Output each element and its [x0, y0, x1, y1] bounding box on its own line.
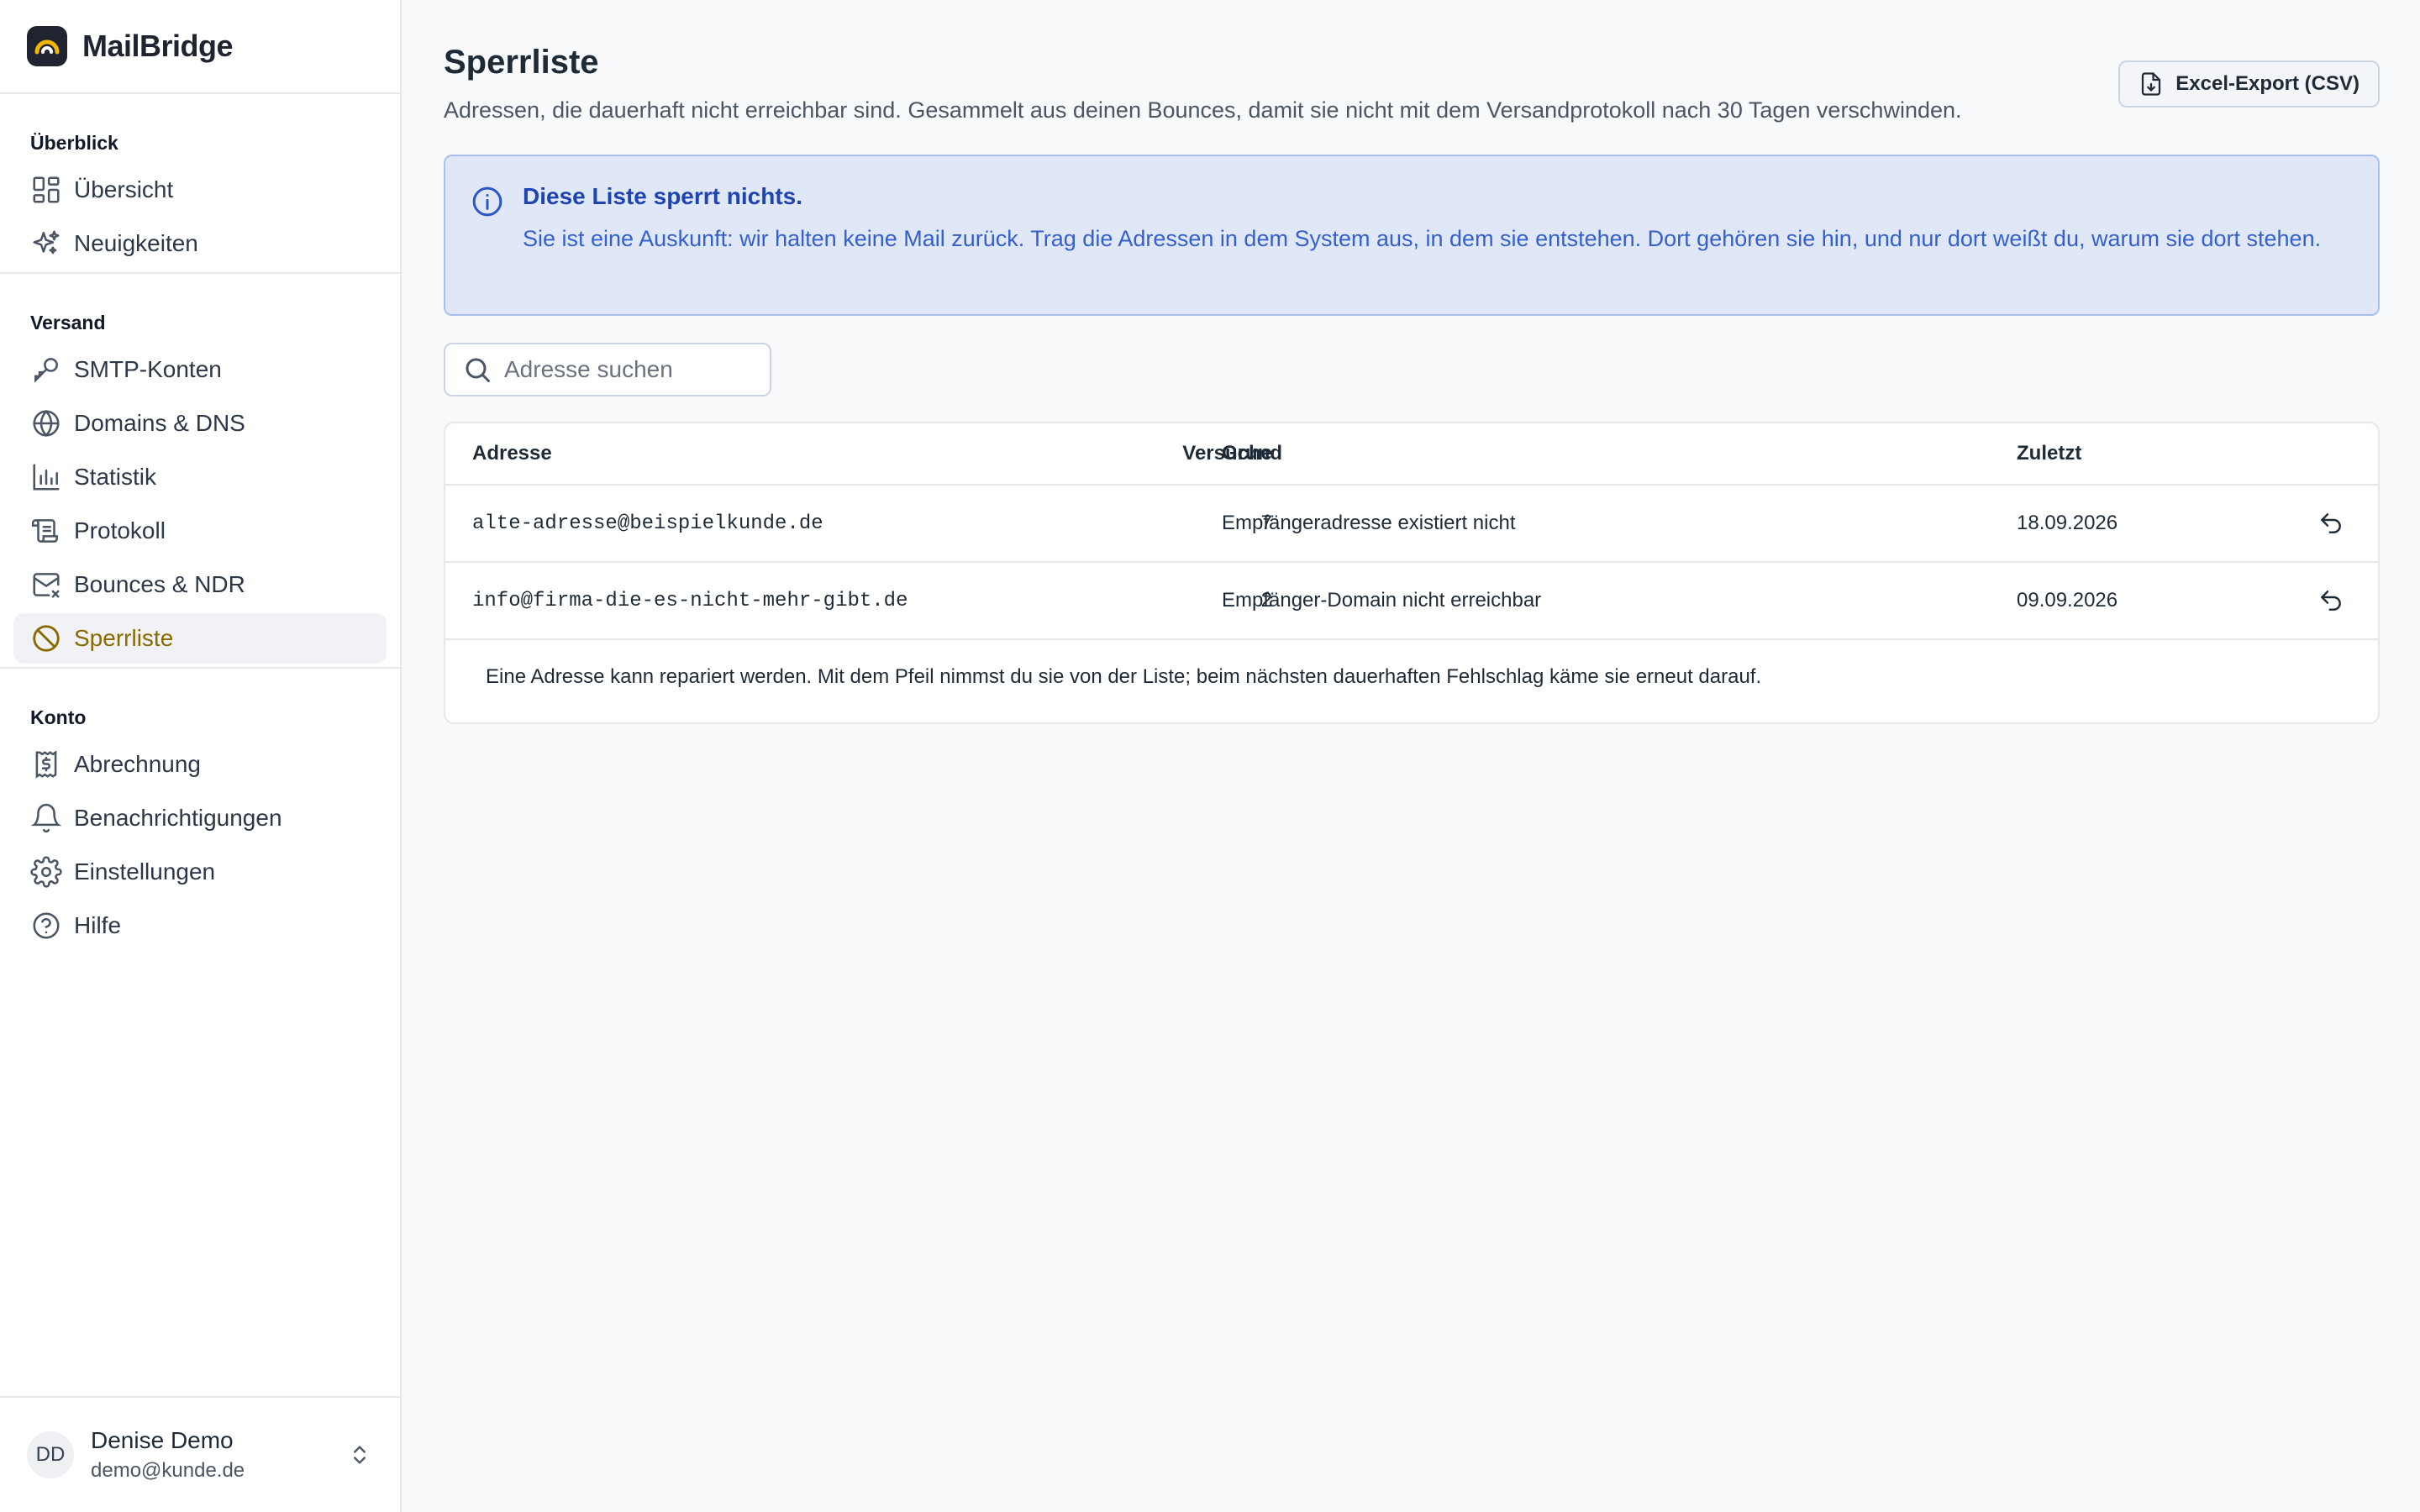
row-last: 09.09.2026	[2017, 589, 2118, 612]
sidebar-item-settings[interactable]: Einstellungen	[13, 847, 387, 897]
sidebar-item-label: Übersicht	[74, 176, 174, 202]
sidebar-item-news[interactable]: Neuigkeiten	[13, 218, 387, 269]
page-title: Sperrliste	[444, 44, 599, 81]
help-circle-icon	[33, 912, 60, 939]
globe-icon	[33, 409, 60, 438]
ban-icon	[33, 625, 60, 652]
logo-icon	[27, 26, 67, 66]
brand-name: MailBridge	[82, 29, 234, 63]
sidebar-item-label: Benachrichtigungen	[74, 805, 282, 831]
sidebar-item-label: Bounces & NDR	[74, 571, 245, 597]
page-subtitle: Adressen, die dauerhaft nicht erreichbar…	[444, 97, 1962, 123]
csv-export-label: Excel-Export (CSV)	[2175, 72, 2360, 95]
sidebar-item-log[interactable]: Protokoll	[13, 506, 387, 556]
sidebar-item-smtp-accounts[interactable]: SMTP-Konten	[13, 344, 387, 395]
bar-chart-icon	[33, 464, 60, 491]
nav-heading: Konto	[30, 706, 87, 728]
column-header-last: Zuletzt	[2017, 442, 2082, 465]
sidebar-item-label: Neuigkeiten	[74, 230, 198, 256]
search-input[interactable]	[504, 356, 739, 383]
user-email: demo@kunde.de	[91, 1459, 245, 1482]
search-box[interactable]	[444, 343, 771, 396]
info-callout: Diese Liste sperrt nichts. Sie ist eine …	[444, 155, 2380, 316]
nav-heading: Überblick	[30, 132, 118, 154]
sidebar-item-label: SMTP-Konten	[74, 356, 222, 382]
scroll-icon	[31, 519, 58, 543]
search-icon	[466, 358, 490, 382]
remove-from-list-button[interactable]	[2317, 563, 2344, 638]
sidebar-item-blocklist[interactable]: Sperrliste	[13, 613, 387, 664]
file-download-icon	[2142, 72, 2161, 96]
table-row: info@firma-die-es-nicht-mehr-gibt.de Emp…	[445, 563, 2378, 640]
remove-from-list-button[interactable]	[2317, 486, 2344, 561]
mail-x-icon	[33, 573, 60, 598]
undo-arrow-icon	[2321, 591, 2341, 611]
nav-section-account: Konto Abrechnung Benachrichtigungen Eins…	[0, 667, 400, 968]
sidebar-item-notifications[interactable]: Benachrichtigungen	[13, 793, 387, 843]
info-title: Diese Liste sperrt nichts.	[523, 183, 803, 209]
nav-heading: Versand	[30, 312, 106, 333]
sparkles-icon	[33, 230, 60, 255]
table-footnote: Eine Adresse kann repariert werden. Mit …	[486, 665, 1762, 688]
sidebar: MailBridge Überblick Übersicht Neuigkeit…	[0, 0, 402, 1512]
sidebar-item-overview[interactable]: Übersicht	[13, 165, 387, 215]
dashboard-icon	[33, 176, 60, 203]
user-name: Denise Demo	[91, 1427, 234, 1453]
sidebar-item-billing[interactable]: Abrechnung	[13, 739, 387, 790]
table-header: Adresse Grund Versuche Zuletzt	[445, 423, 2378, 486]
sidebar-item-label: Statistik	[74, 464, 157, 490]
row-tries: 7	[1260, 512, 1272, 534]
user-info: Denise Demo demo@kunde.de	[91, 1427, 245, 1483]
table-row: alte-adresse@beispielkunde.de Empfängera…	[445, 486, 2378, 563]
sidebar-item-label: Abrechnung	[74, 751, 202, 777]
nav-section-overview: Überblick Übersicht Neuigkeiten	[0, 118, 400, 269]
sidebar-item-label: Einstellungen	[74, 858, 216, 885]
sidebar-item-statistics[interactable]: Statistik	[13, 452, 387, 502]
sidebar-item-bounces[interactable]: Bounces & NDR	[13, 559, 387, 610]
gear-icon	[30, 856, 62, 888]
row-last: 18.09.2026	[2017, 512, 2118, 534]
info-icon	[472, 186, 502, 217]
row-tries: 2	[1260, 589, 1272, 612]
chevron-up-down-icon[interactable]	[348, 1443, 371, 1467]
row-address: alte-adresse@beispielkunde.de	[472, 512, 823, 535]
sidebar-item-help[interactable]: Hilfe	[13, 900, 387, 951]
receipt-icon	[35, 750, 57, 779]
key-icon	[34, 358, 58, 383]
blocklist-table: Adresse Grund Versuche Zuletzt alte-adre…	[444, 422, 2380, 724]
row-address: info@firma-die-es-nicht-mehr-gibt.de	[472, 589, 908, 612]
csv-export-button[interactable]: Excel-Export (CSV)	[2118, 60, 2380, 108]
avatar: DD	[27, 1431, 74, 1478]
undo-arrow-icon	[2321, 513, 2341, 533]
user-menu[interactable]: DD Denise Demo demo@kunde.de	[0, 1396, 402, 1512]
brand[interactable]: MailBridge	[0, 0, 400, 94]
info-text: Sie ist eine Auskunft: wir halten keine …	[523, 226, 2322, 251]
sidebar-item-label: Sperrliste	[74, 625, 174, 651]
column-header-tries: Versuche	[1182, 442, 1272, 465]
sidebar-item-label: Protokoll	[74, 517, 166, 543]
sidebar-item-label: Domains & DNS	[74, 410, 245, 436]
nav-section-sending: Versand SMTP-Konten Domains & DNS Statis…	[0, 272, 400, 664]
bell-icon	[30, 803, 62, 833]
sidebar-item-domains-dns[interactable]: Domains & DNS	[13, 398, 387, 449]
column-header-address: Adresse	[472, 442, 552, 465]
sidebar-item-label: Hilfe	[74, 912, 122, 938]
